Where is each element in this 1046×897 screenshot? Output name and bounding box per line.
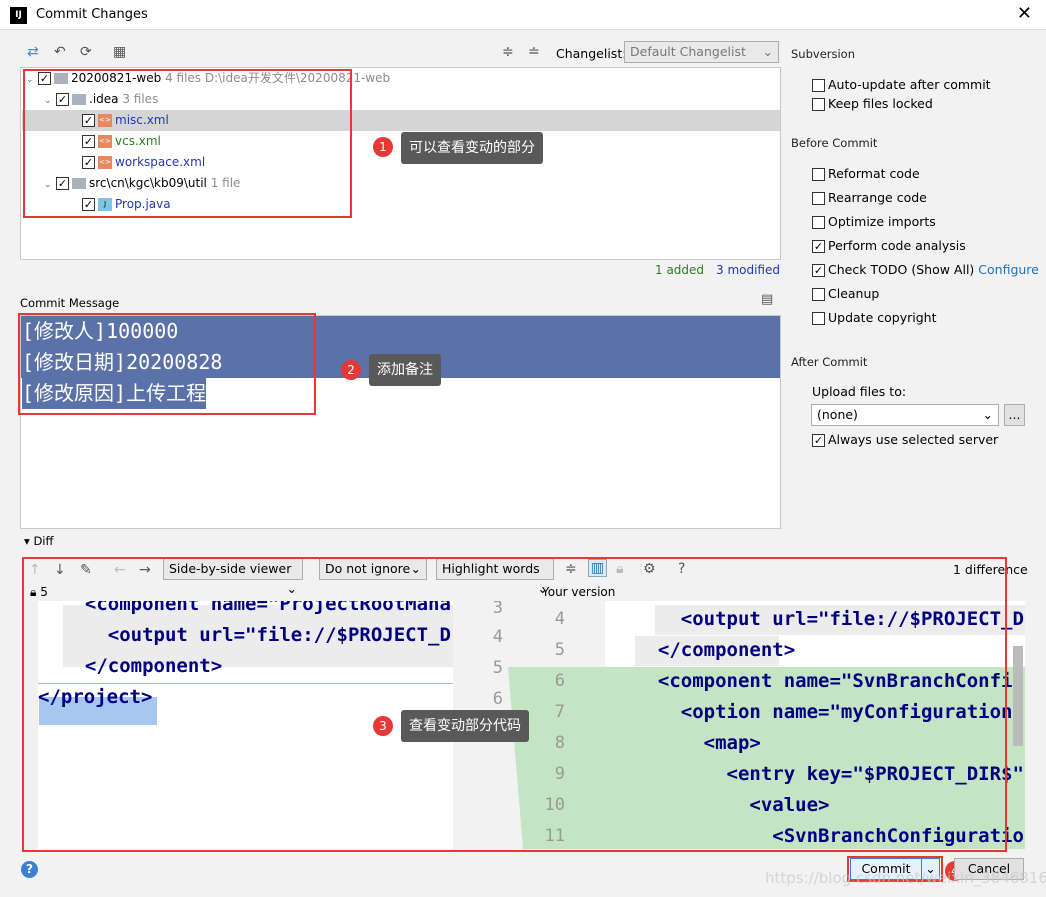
- after-commit-title: After Commit: [791, 355, 868, 369]
- changelist-select[interactable]: Default Changelist ⌄: [624, 41, 779, 63]
- window-title: Commit Changes: [36, 7, 148, 22]
- close-icon[interactable]: ✕: [1017, 3, 1032, 24]
- expand-all-icon[interactable]: ≑: [502, 44, 514, 60]
- option-copyright[interactable]: Update copyright: [812, 309, 936, 327]
- option-code-analysis[interactable]: ✓ Perform code analysis: [812, 237, 966, 255]
- changelist-label: Changelist:: [556, 46, 627, 61]
- scrollbar[interactable]: [1013, 646, 1023, 746]
- annotation-tip-3: 查看变动部分代码: [401, 710, 529, 742]
- option-check-todo[interactable]: ✓ Check TODO (Show All) Configure: [812, 261, 1039, 279]
- group-by-icon[interactable]: ▦: [113, 44, 126, 60]
- annotation-box-2: [18, 313, 316, 415]
- refresh-icon[interactable]: ⟳: [80, 44, 92, 60]
- option-optimize[interactable]: Optimize imports: [812, 213, 936, 231]
- annotation-badge-1: 1: [373, 137, 393, 157]
- added-count[interactable]: 1 added: [655, 263, 704, 277]
- modified-count[interactable]: 3 modified: [716, 263, 780, 277]
- option-always-server[interactable]: ✓ Always use selected server: [812, 431, 998, 449]
- title-bar: IJ Commit Changes ✕: [0, 0, 1046, 30]
- commit-message-label: Commit Message: [20, 296, 120, 310]
- browse-button[interactable]: ...: [1004, 404, 1025, 426]
- option-cleanup[interactable]: Cleanup: [812, 285, 879, 303]
- collapse-all-icon[interactable]: ≐: [528, 44, 540, 60]
- configure-link[interactable]: Configure: [978, 262, 1039, 277]
- option-rearrange[interactable]: Rearrange code: [812, 189, 927, 207]
- rollback-icon[interactable]: ↶: [54, 44, 66, 60]
- help-button[interactable]: ?: [21, 861, 38, 878]
- before-commit-title: Before Commit: [791, 136, 878, 150]
- annotation-box-1: [23, 69, 352, 218]
- annotation-tip-2: 添加备注: [369, 354, 441, 386]
- app-logo: IJ: [10, 7, 27, 24]
- upload-select[interactable]: (none) ⌄: [811, 404, 999, 426]
- show-diff-icon[interactable]: ⇄: [27, 44, 39, 60]
- diff-label: ▾ Diff: [24, 534, 54, 548]
- option-keep-locked[interactable]: Keep files locked: [812, 95, 933, 113]
- upload-label: Upload files to:: [812, 384, 907, 399]
- annotation-box-3: [22, 557, 1007, 852]
- annotation-badge-3: 3: [373, 716, 393, 736]
- watermark: https://blog.csdn.net/weixin_38468167: [765, 869, 1046, 887]
- option-reformat[interactable]: Reformat code: [812, 165, 920, 183]
- subversion-title: Subversion: [791, 47, 856, 61]
- annotation-badge-2: 2: [341, 360, 361, 380]
- annotation-tip-1: 可以查看变动的部分: [401, 132, 543, 164]
- option-auto-update[interactable]: Auto-update after commit: [812, 76, 991, 94]
- commit-history-icon[interactable]: ▤: [761, 292, 773, 307]
